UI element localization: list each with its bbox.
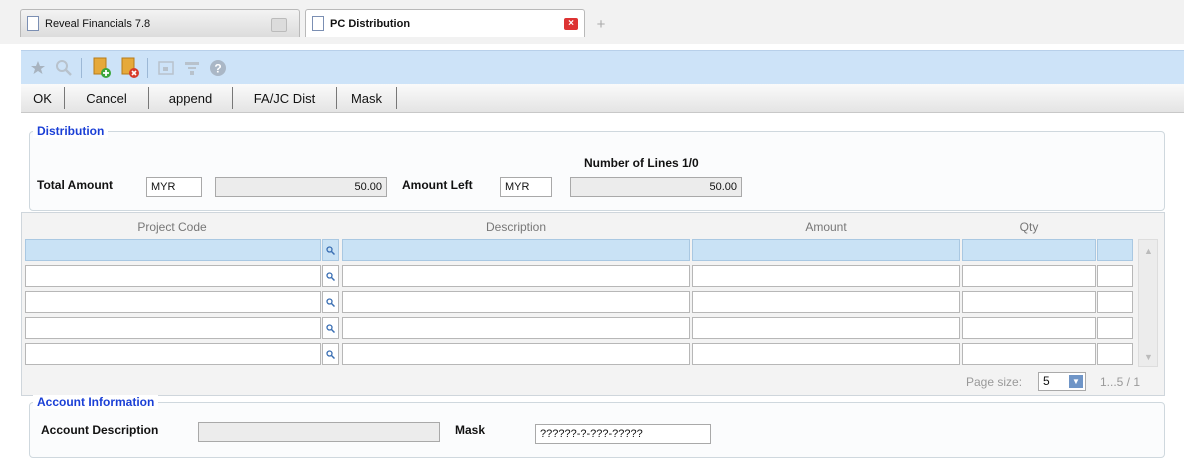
tab-close-icon[interactable]: × (564, 18, 578, 30)
mask-field[interactable]: ??????-?-???-????? (535, 424, 711, 444)
qty-cell[interactable] (962, 317, 1096, 339)
scroll-down-icon[interactable]: ▼ (1144, 352, 1153, 362)
window-icon[interactable] (155, 57, 177, 79)
ok-button[interactable]: OK (21, 87, 65, 109)
fa-jc-dist-button[interactable]: FA/JC Dist (233, 87, 337, 109)
qty-cell[interactable] (962, 343, 1096, 365)
column-header-amount[interactable]: Amount (692, 220, 960, 234)
tab-strip: Reveal Financials 7.8 PC Distribution × … (0, 0, 1184, 44)
total-amount-label: Total Amount (37, 178, 113, 192)
project-code-cell[interactable] (25, 317, 321, 339)
number-of-lines: Number of Lines 1/0 (584, 156, 699, 170)
scroll-up-icon[interactable]: ▲ (1144, 246, 1153, 256)
extra-cell[interactable] (1097, 343, 1133, 365)
toolbar-separator (81, 58, 82, 78)
description-cell[interactable] (342, 265, 690, 287)
filter-icon[interactable] (181, 57, 203, 79)
tab-pc-distribution[interactable]: PC Distribution × (305, 9, 585, 37)
description-cell[interactable] (342, 291, 690, 313)
description-cell[interactable] (342, 239, 690, 261)
column-header-qty[interactable]: Qty (962, 220, 1096, 234)
distribution-section (29, 131, 1165, 211)
document-icon (27, 16, 39, 31)
account-description-field (198, 422, 440, 442)
lookup-search-icon[interactable] (322, 291, 339, 313)
description-cell[interactable] (342, 343, 690, 365)
qty-cell[interactable] (962, 291, 1096, 313)
extra-cell[interactable] (1097, 317, 1133, 339)
page-size-label: Page size: (966, 375, 1023, 389)
cancel-button[interactable]: Cancel (65, 87, 149, 109)
action-button-bar: OK Cancel append FA/JC Dist Mask (21, 84, 1184, 113)
lookup-search-icon[interactable] (322, 317, 339, 339)
chevron-down-icon[interactable]: ▼ (1069, 375, 1083, 388)
distribution-grid: Project Code Description Amount Qty ▲ ▼ … (21, 212, 1165, 396)
project-code-cell[interactable] (25, 291, 321, 313)
mask-button[interactable]: Mask (337, 87, 397, 109)
tab-label: Reveal Financials 7.8 (45, 17, 151, 30)
account-information-legend: Account Information (33, 395, 159, 409)
qty-cell[interactable] (962, 265, 1096, 287)
amount-cell[interactable] (692, 239, 960, 261)
document-icon (312, 16, 324, 31)
table-row[interactable] (22, 291, 1138, 315)
lookup-search-icon[interactable] (322, 239, 339, 261)
total-amount-field: 50.00 (215, 177, 387, 197)
delete-document-icon[interactable] (119, 57, 141, 79)
amount-cell[interactable] (692, 291, 960, 313)
table-row[interactable] (22, 343, 1138, 367)
extra-cell[interactable] (1097, 265, 1133, 287)
extra-cell[interactable] (1097, 291, 1133, 313)
qty-cell[interactable] (962, 239, 1096, 261)
project-code-cell[interactable] (25, 265, 321, 287)
left-currency-field[interactable]: MYR (500, 177, 552, 197)
tab-close-icon[interactable] (271, 18, 287, 32)
page-size-select[interactable]: 5 ▼ (1038, 372, 1086, 391)
page-size-value: 5 (1043, 374, 1050, 388)
distribution-legend: Distribution (33, 124, 109, 138)
amount-left-field: 50.00 (570, 177, 742, 197)
toolbar: ? (21, 50, 1184, 85)
table-row[interactable] (22, 317, 1138, 341)
amount-cell[interactable] (692, 343, 960, 365)
lookup-search-icon[interactable] (322, 265, 339, 287)
toolbar-separator (147, 58, 148, 78)
extra-cell[interactable] (1097, 239, 1133, 261)
column-header-description[interactable]: Description (342, 220, 690, 234)
help-icon[interactable]: ? (207, 57, 229, 79)
project-code-cell[interactable] (25, 343, 321, 365)
new-tab-icon[interactable]: + (590, 15, 612, 35)
table-row[interactable] (22, 239, 1138, 263)
page-info: 1...5 / 1 (1100, 375, 1141, 389)
append-button[interactable]: append (149, 87, 233, 109)
search-icon[interactable] (53, 57, 75, 79)
star-icon[interactable] (27, 57, 49, 79)
grid-scrollbar[interactable]: ▲ ▼ (1138, 239, 1158, 367)
total-currency-field[interactable]: MYR (146, 177, 202, 197)
column-header-project-code[interactable]: Project Code (22, 220, 322, 234)
table-row[interactable] (22, 265, 1138, 289)
amount-left-label: Amount Left (402, 178, 473, 192)
add-document-icon[interactable] (91, 57, 113, 79)
mask-label: Mask (455, 423, 486, 437)
lookup-search-icon[interactable] (322, 343, 339, 365)
account-description-label: Account Description (41, 423, 159, 437)
amount-cell[interactable] (692, 317, 960, 339)
tab-label: PC Distribution (330, 17, 411, 30)
project-code-cell[interactable] (25, 239, 321, 261)
tab-reveal-financials[interactable]: Reveal Financials 7.8 (20, 9, 300, 37)
amount-cell[interactable] (692, 265, 960, 287)
svg-text:?: ? (214, 62, 221, 76)
description-cell[interactable] (342, 317, 690, 339)
